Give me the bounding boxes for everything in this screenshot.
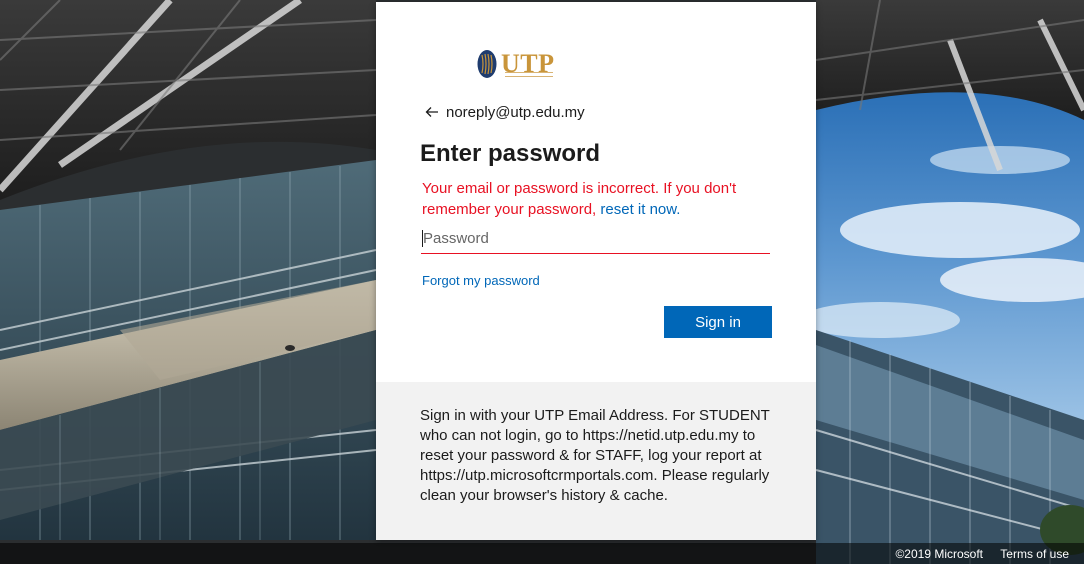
- signin-info-panel: Sign in with your UTP Email Address. For…: [376, 382, 816, 540]
- logo-underline: [505, 72, 553, 77]
- arrow-left-icon: [425, 107, 438, 117]
- page-title: Enter password: [420, 140, 601, 167]
- error-message: Your email or password is incorrect. If …: [422, 178, 772, 220]
- forgot-password-link[interactable]: Forgot my password: [422, 273, 540, 288]
- signin-info-text: Sign in with your UTP Email Address. For…: [420, 407, 770, 504]
- identity-email: noreply@utp.edu.my: [446, 103, 585, 121]
- signin-panel: UTP noreply@utp.edu.my Enter password Yo…: [376, 2, 816, 382]
- reset-password-link[interactable]: reset it now.: [600, 201, 680, 218]
- page-footer: ©2019 Microsoft Terms of use: [0, 543, 1084, 564]
- utp-emblem-icon: [477, 50, 497, 78]
- identity-back-button[interactable]: noreply@utp.edu.my: [424, 100, 585, 124]
- signin-card: UTP noreply@utp.edu.my Enter password Yo…: [376, 2, 816, 540]
- error-text: Your email or password is incorrect. If …: [422, 180, 737, 218]
- utp-logo: UTP: [477, 46, 555, 82]
- text-caret: [422, 230, 423, 247]
- terms-of-use-link[interactable]: Terms of use: [1000, 547, 1069, 561]
- password-input[interactable]: [421, 224, 770, 254]
- sign-in-button[interactable]: Sign in: [664, 306, 772, 338]
- copyright-text: ©2019 Microsoft: [895, 547, 983, 561]
